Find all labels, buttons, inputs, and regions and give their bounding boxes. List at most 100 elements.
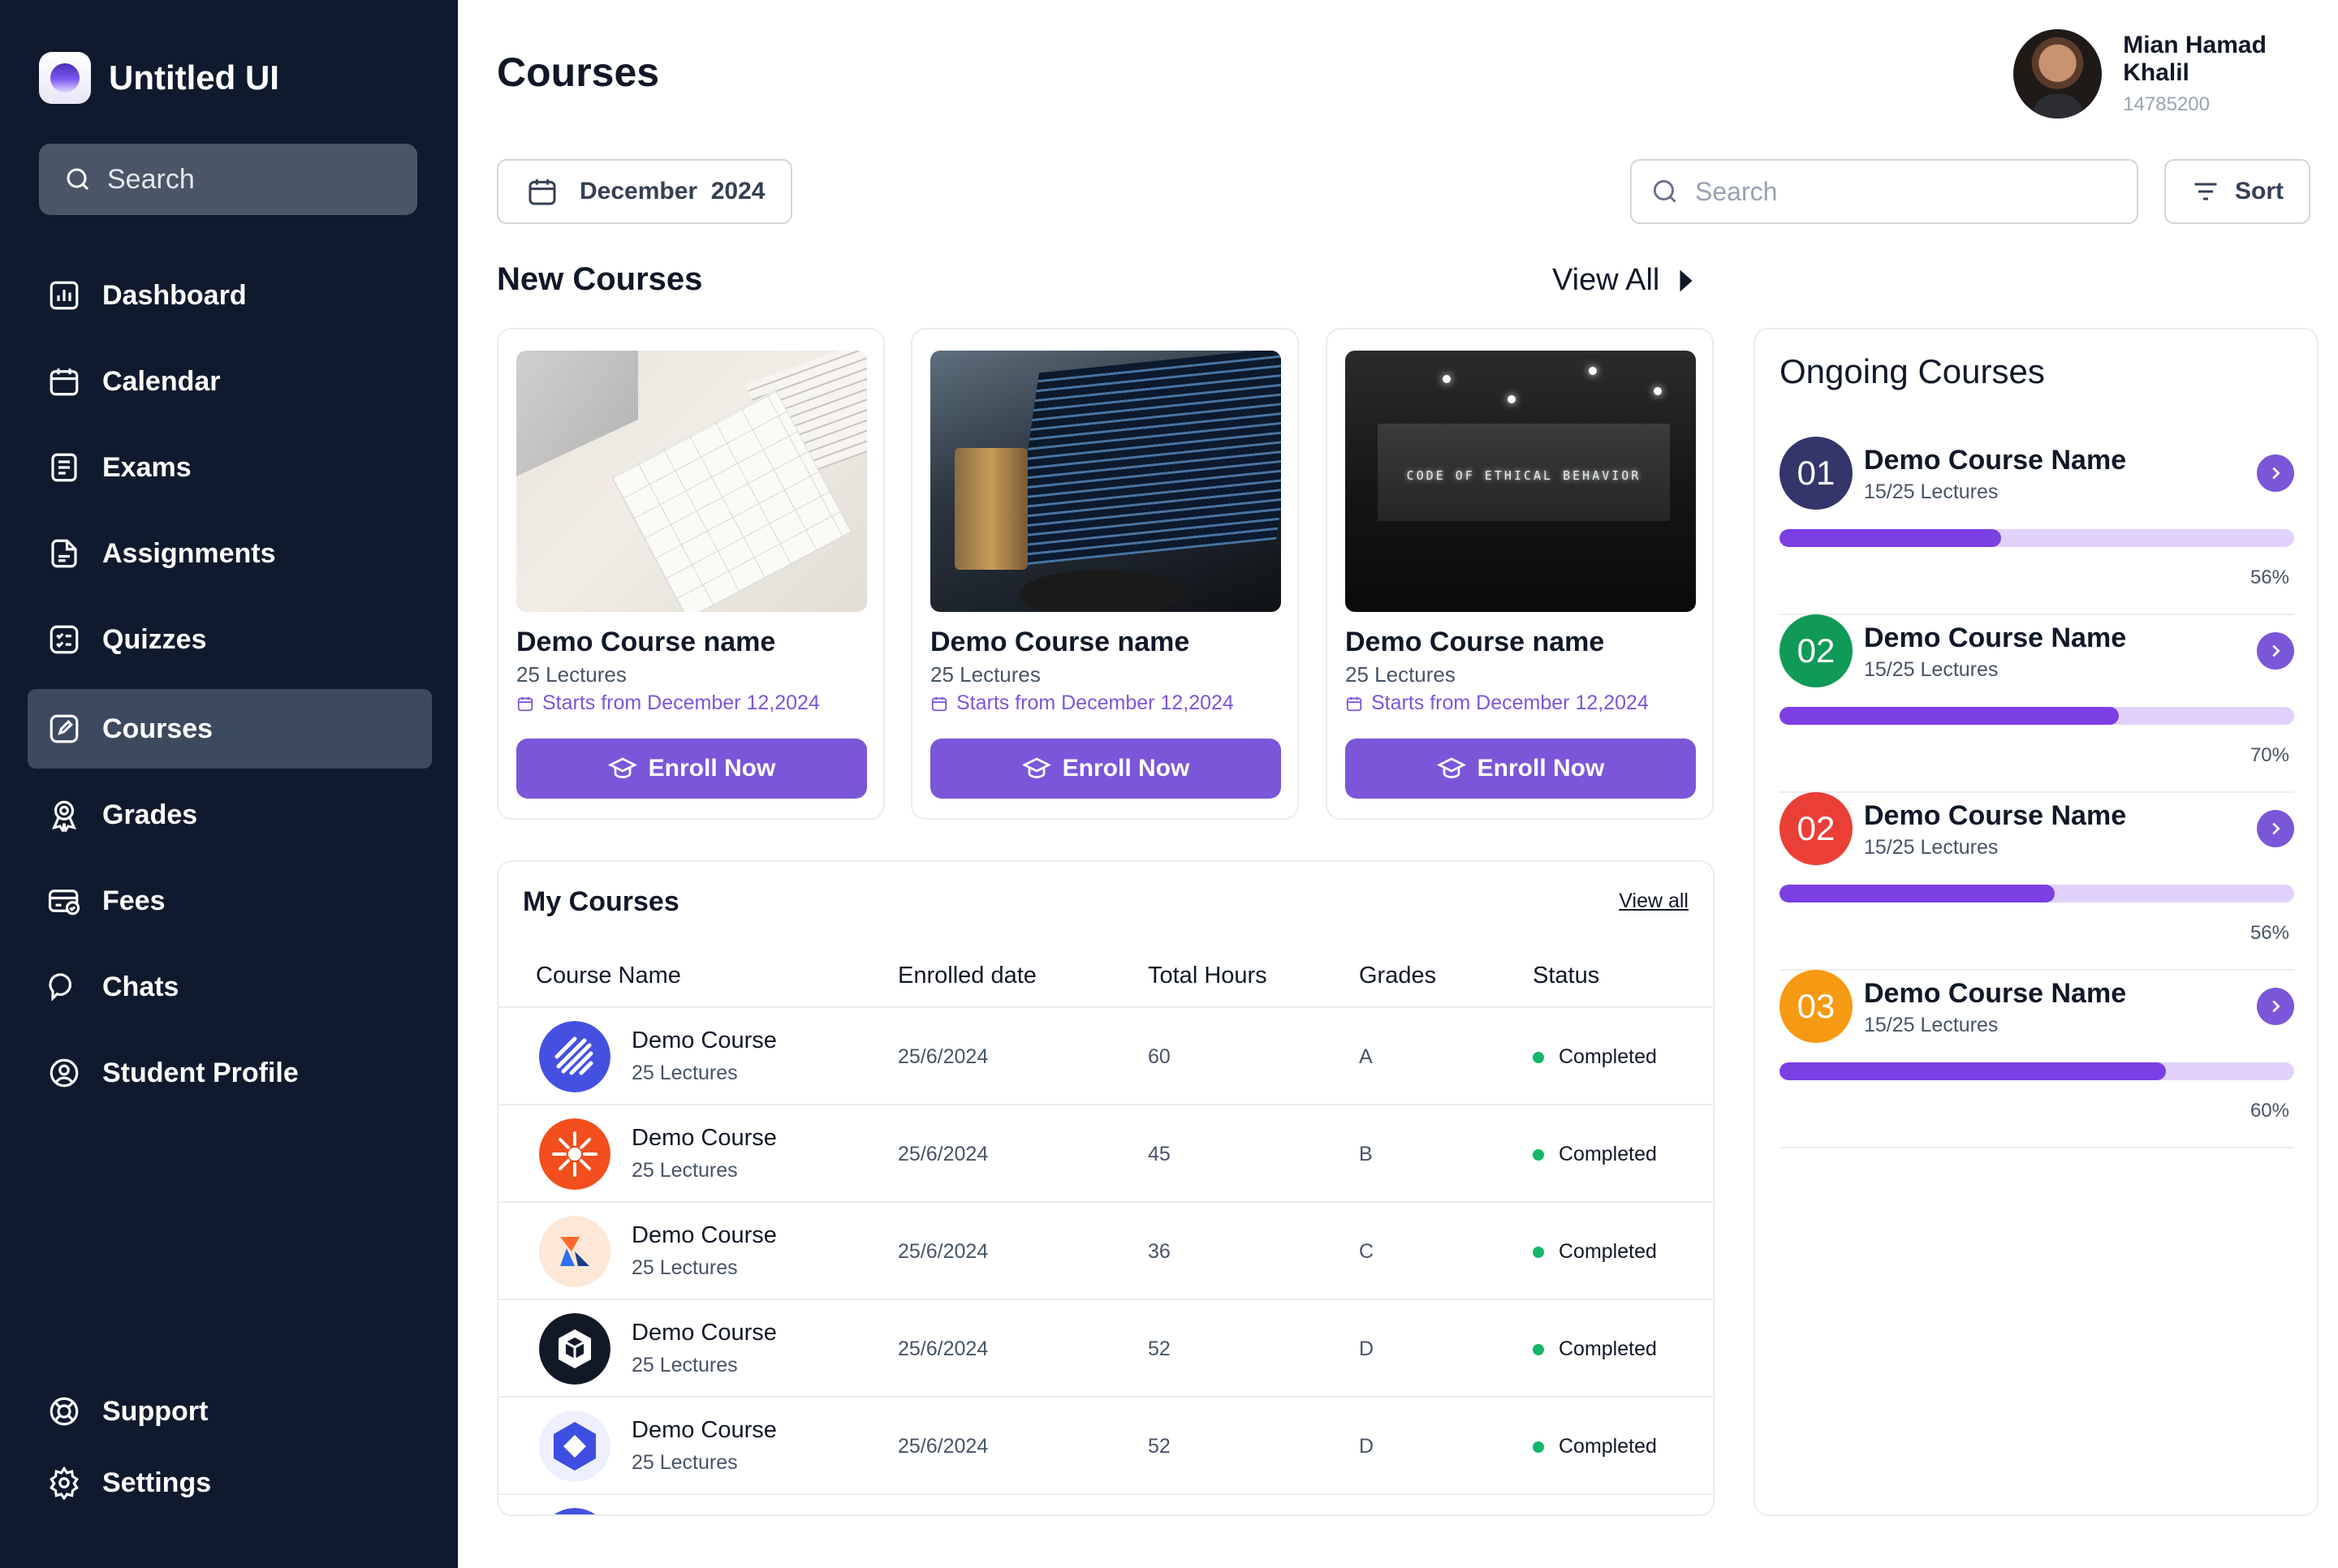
status-text: Completed (1559, 1435, 1657, 1458)
sidebar-item-dashboard[interactable]: Dashboard (28, 256, 432, 335)
sidebar-item-fees[interactable]: Fees (28, 861, 432, 941)
document-icon (51, 453, 77, 482)
sidebar-item-settings[interactable]: Settings (28, 1443, 432, 1523)
grade: D (1359, 1435, 1374, 1458)
grade: A (1359, 1045, 1373, 1068)
table-row[interactable] (498, 1495, 1713, 1514)
calendar-icon (528, 179, 556, 205)
user-name: Mian Hamad Khalil (2123, 32, 2267, 86)
enroll-now-button[interactable]: Enroll Now (1345, 739, 1696, 799)
sidebar-item-grades[interactable]: Grades (28, 775, 432, 855)
sidebar-item-label: Calendar (102, 365, 221, 397)
status-dot-icon (1533, 1343, 1544, 1355)
graduation-cap-icon (1021, 757, 1051, 778)
search-input[interactable]: Search (1630, 159, 2138, 224)
ongoing-course-item[interactable]: 02 Demo Course Name 15/25 Lectures 56% (1779, 792, 2294, 971)
status-dot-icon (1533, 1246, 1544, 1258)
sidebar-item-label: Support (102, 1395, 209, 1427)
course-name: Demo Course Name (1864, 978, 2127, 1009)
ongoing-course-item[interactable]: 03 Demo Course Name 15/25 Lectures 60% (1779, 970, 2294, 1148)
sidebar-item-support[interactable]: Support (28, 1372, 432, 1451)
sidebar-item-exams[interactable]: Exams (28, 428, 432, 507)
course-name: Demo Course (632, 1417, 777, 1443)
sidebar-item-student-profile[interactable]: Student Profile (28, 1033, 432, 1113)
sidebar-item-courses[interactable]: Courses (28, 689, 432, 769)
edit-square-icon (50, 714, 79, 743)
ongoing-courses-title: Ongoing Courses (1779, 352, 2045, 390)
sidebar-item-chats[interactable]: Chats (28, 947, 432, 1027)
sidebar-item-calendar[interactable]: Calendar (28, 342, 432, 421)
checklist-icon (50, 625, 79, 654)
sidebar-item-label: Assignments (102, 537, 276, 569)
status-badge: Completed (1533, 1240, 1657, 1264)
ongoing-course-item[interactable]: 01 Demo Course Name 15/25 Lectures 56% (1779, 437, 2294, 615)
sidebar-item-quizzes[interactable]: Quizzes (28, 600, 432, 679)
open-course-button[interactable] (2257, 988, 2294, 1025)
date-filter-label: December 2024 (580, 178, 766, 205)
course-lectures: 25 Lectures (632, 1062, 738, 1084)
enroll-now-button[interactable]: Enroll Now (516, 739, 867, 799)
open-course-button[interactable] (2257, 632, 2294, 670)
sidebar-item-label: Grades (102, 799, 198, 830)
course-logo-icon (539, 1021, 610, 1092)
table-row[interactable]: Demo Course 25 Lectures 25/6/2024 45 B C… (498, 1105, 1713, 1203)
table-row[interactable]: Demo Course 25 Lectures 25/6/2024 60 A C… (498, 1008, 1713, 1105)
enroll-now-label: Enroll Now (648, 755, 776, 782)
table-row[interactable]: Demo Course 25 Lectures 25/6/2024 36 C C… (498, 1203, 1713, 1300)
status-dot-icon (1533, 1441, 1544, 1453)
sidebar-item-label: Quizzes (102, 623, 207, 655)
enrolled-date: 25/6/2024 (898, 1045, 989, 1068)
sidebar-item-label: Settings (102, 1467, 212, 1498)
my-courses-title: My Courses (523, 886, 679, 917)
column-header-course-name[interactable]: Course Name (536, 963, 681, 989)
view-all-link[interactable]: View All (1552, 263, 1693, 298)
user-profile[interactable]: Mian Hamad Khalil 14785200 (2013, 29, 2338, 118)
course-logo-icon (539, 1508, 610, 1514)
column-header-grades[interactable]: Grades (1359, 963, 1436, 989)
sidebar-search-input[interactable]: Search (39, 144, 417, 215)
ongoing-course-item[interactable]: 02 Demo Course Name 15/25 Lectures 70% (1779, 614, 2294, 793)
my-courses-table: My Courses View all Course Name Enrolled… (497, 860, 1715, 1516)
course-lectures: 15/25 Lectures (1864, 658, 1999, 681)
column-header-enrolled-date[interactable]: Enrolled date (898, 963, 1037, 989)
status-text: Completed (1559, 1240, 1657, 1263)
course-name: Demo Course name (516, 627, 776, 657)
card-check-icon (48, 890, 80, 915)
course-start-text: Starts from December 12,2024 (956, 691, 1234, 714)
my-courses-view-all-link[interactable]: View all (1619, 890, 1689, 913)
sidebar-item-assignments[interactable]: Assignments (28, 514, 432, 593)
column-header-status[interactable]: Status (1533, 963, 1599, 989)
course-name: Demo Course (632, 1320, 777, 1346)
date-filter-button[interactable]: December 2024 (497, 159, 792, 224)
course-name: Demo Course name (1345, 627, 1605, 657)
brand-name: Untitled UI (109, 58, 279, 97)
course-logo-icon (539, 1216, 610, 1287)
brand-logo-icon (39, 52, 91, 104)
course-image (516, 351, 867, 612)
course-start-text: Starts from December 12,2024 (1371, 691, 1649, 714)
table-row[interactable]: Demo Course 25 Lectures 25/6/2024 52 D C… (498, 1398, 1713, 1495)
course-logo-icon (539, 1411, 610, 1482)
progress-bar (1779, 529, 2294, 547)
grade: D (1359, 1338, 1374, 1360)
calendar-icon (50, 368, 79, 396)
enroll-now-button[interactable]: Enroll Now (930, 739, 1281, 799)
column-header-total-hours[interactable]: Total Hours (1148, 963, 1267, 989)
table-row[interactable]: Demo Course 25 Lectures 25/6/2024 52 D C… (498, 1300, 1713, 1398)
course-name: Demo Course (632, 1125, 777, 1151)
progress-bar (1779, 707, 2294, 725)
caret-right-icon (1680, 269, 1693, 291)
status-badge: Completed (1533, 1045, 1657, 1069)
open-course-button[interactable] (2257, 454, 2294, 492)
course-card: Demo Course name 25 Lectures Starts from… (497, 328, 885, 820)
status-text: Completed (1559, 1045, 1657, 1068)
progress-percent: 56% (2250, 922, 2289, 944)
brand[interactable]: Untitled UI (39, 52, 279, 104)
chevron-right-icon (2272, 822, 2280, 835)
course-lectures: 15/25 Lectures (1864, 1014, 1999, 1036)
enroll-now-label: Enroll Now (1477, 755, 1605, 782)
open-course-button[interactable] (2257, 810, 2294, 847)
enrolled-date: 25/6/2024 (898, 1435, 989, 1458)
sort-button[interactable]: Sort (2164, 159, 2310, 224)
progress-percent: 70% (2250, 744, 2289, 766)
